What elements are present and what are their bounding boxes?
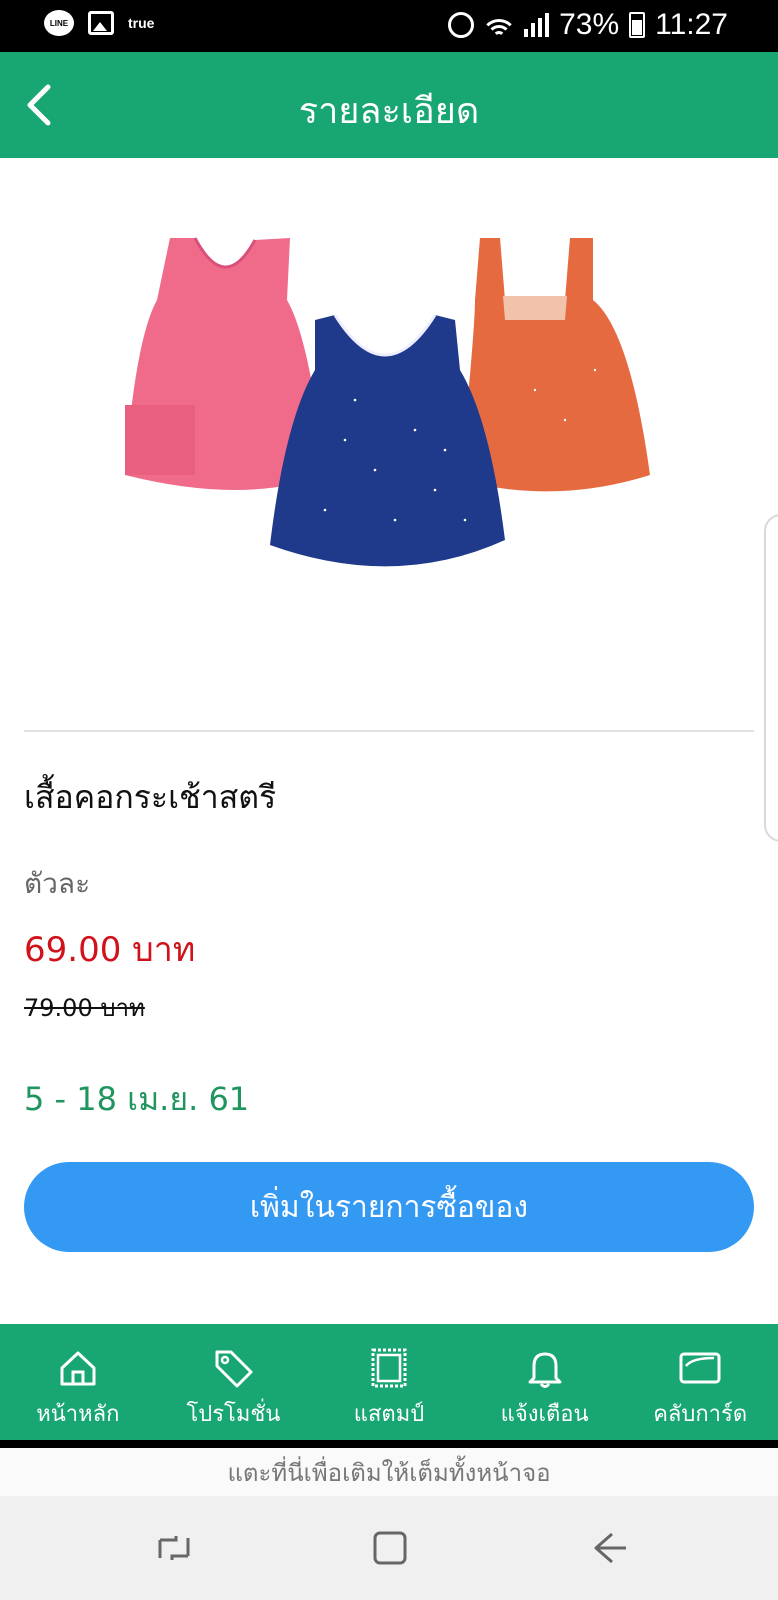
page-title: รายละเอียด [298,91,480,132]
nav-label-club-card: คลับการ์ด [653,1402,748,1427]
product-image [125,237,650,567]
side-panel-handle[interactable] [764,514,778,842]
divider [24,730,754,732]
recent-apps-icon [158,1536,190,1560]
signal-icon [524,13,550,37]
status-bar: LINE true 73% 11:27 [0,0,778,52]
alarm-icon [448,12,475,38]
recent-apps-button[interactable] [146,1524,202,1572]
promotion-date-range: 5 - 18 เม.ย. 61 [24,1080,250,1118]
wifi-icon [484,13,515,37]
status-bar-left: LINE true [44,10,154,36]
fullscreen-hint[interactable]: แตะที่นี่เพื่อเติมให้เต็มทั้งหน้าจอ [0,1448,778,1496]
nav-item-home[interactable]: หน้าหลัก [0,1324,156,1440]
back-system-button[interactable] [582,1524,638,1572]
status-bar-right: 73% 11:27 [448,8,728,42]
nav-label-promotion: โปรโมชั่น [186,1402,281,1427]
home-icon [60,1351,96,1386]
bell-icon [528,1352,562,1388]
carrier-text: true [128,15,155,31]
nav-label-stamp: แสตมป์ [353,1402,425,1427]
old-price: 79.00 บาท [24,994,145,1022]
tag-icon [215,1350,253,1388]
price: 69.00 บาท [24,930,196,970]
nav-label-home: หน้าหลัก [36,1402,120,1427]
nav-item-stamp[interactable]: แสตมป์ [311,1324,467,1440]
nav-item-notifications[interactable]: แจ้งเตือน [467,1324,623,1440]
home-square-icon [373,1531,407,1565]
nav-item-promotion[interactable]: โปรโมชั่น [156,1324,312,1440]
product-name: เสื้อคอกระเช้าสตรี [24,778,277,816]
line-icon: LINE [44,10,74,36]
clock: 11:27 [655,8,728,41]
nav-item-club-card[interactable]: คลับการ์ด [622,1324,778,1440]
nav-divider-strip [0,1440,778,1448]
gallery-icon [88,11,114,35]
nav-label-notifications: แจ้งเตือน [500,1402,589,1427]
battery-percent: 73% [559,8,620,41]
home-system-button[interactable] [362,1524,418,1572]
battery-icon [629,12,646,38]
stamp-icon [371,1348,407,1388]
unit-label: ตัวละ [24,867,91,900]
back-arrow-icon [594,1532,626,1564]
line-icon-text: LINE [49,18,69,28]
bottom-nav: หน้าหลัก โปรโมชั่น แสตมป์ แจ้งเตือน คลับ… [0,1324,778,1440]
system-nav-bar [0,1496,778,1600]
add-to-shopping-list-button[interactable]: เพิ่มในรายการซื้อของ [24,1162,754,1252]
app-header: รายละเอียด [0,52,778,158]
card-icon [679,1352,721,1384]
